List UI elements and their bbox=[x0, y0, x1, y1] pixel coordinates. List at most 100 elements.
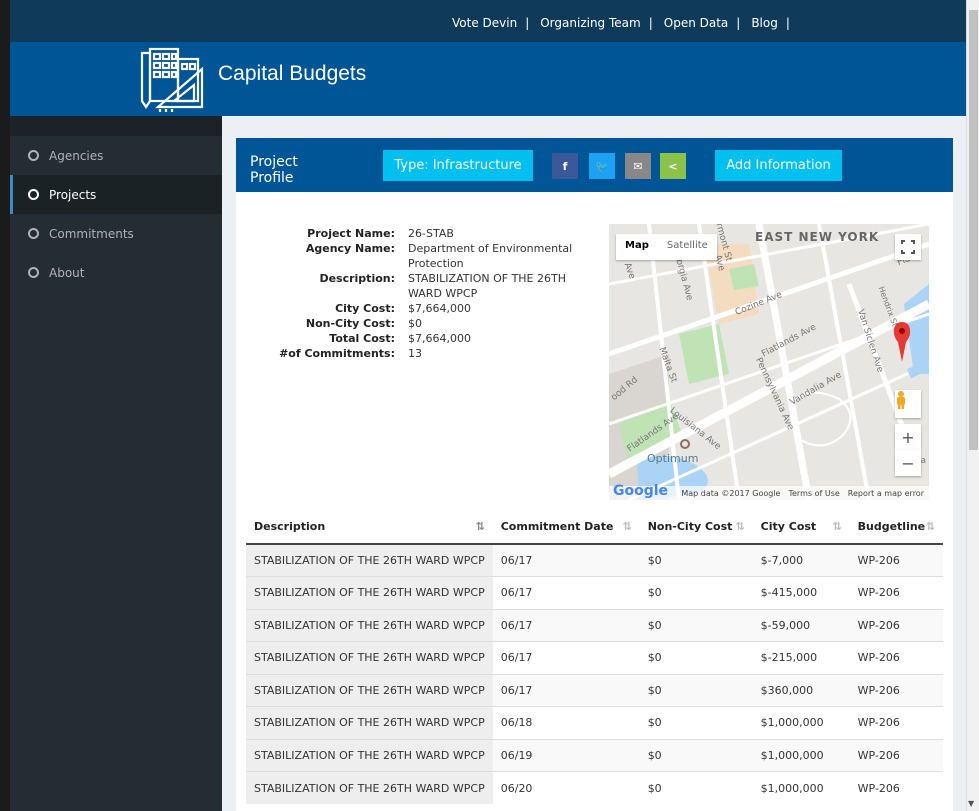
cell-description: STABILIZATION OF THE 26TH WARD WPCP bbox=[246, 738, 493, 772]
scrollbar-thumb[interactable] bbox=[969, 10, 978, 450]
zoom-out-button[interactable]: − bbox=[895, 450, 921, 476]
sidebar-item-agencies[interactable]: Agencies bbox=[10, 136, 222, 175]
type-infrastructure-button[interactable]: Type: Infrastructure bbox=[383, 150, 533, 181]
twitter-icon[interactable]: 🐦 bbox=[589, 153, 615, 179]
cell-date: 06/17 bbox=[492, 576, 640, 609]
sidebar: Agencies Projects Commitments About bbox=[10, 116, 222, 811]
sidebar-item-projects[interactable]: Projects bbox=[10, 175, 222, 214]
building-plan-logo-icon[interactable] bbox=[132, 45, 212, 113]
column-header-city-cost[interactable]: City Cost ⇅ bbox=[752, 510, 850, 545]
table-row[interactable]: STABILIZATION OF THE 26TH WARD WPCP 06/17… bbox=[246, 608, 943, 642]
table-row[interactable]: STABILIZATION OF THE 26TH WARD WPCP 06/18… bbox=[246, 706, 943, 739]
top-nav-item-open-data[interactable]: Open Data | bbox=[664, 16, 752, 30]
cell-description: STABILIZATION OF THE 26TH WARD WPCP bbox=[246, 706, 493, 739]
detail-label: Agency Name: bbox=[305, 242, 395, 255]
table-row[interactable]: STABILIZATION OF THE 26TH WARD WPCP 06/19… bbox=[246, 738, 943, 772]
column-header-description[interactable]: Description ⇅ bbox=[246, 510, 493, 545]
nav-separator: | bbox=[736, 16, 741, 30]
table-row[interactable]: STABILIZATION OF THE 26TH WARD WPCP 06/20… bbox=[246, 771, 943, 804]
satellite-view-button[interactable]: Satellite bbox=[658, 234, 717, 260]
cell-date: 06/17 bbox=[492, 641, 640, 674]
detail-label: Description: bbox=[319, 272, 395, 285]
map-area-label: EAST NEW YORK bbox=[755, 230, 880, 244]
street-view-pegman-icon[interactable] bbox=[895, 390, 921, 418]
column-label: Budgetline bbox=[857, 520, 926, 533]
sort-icon[interactable]: ⇅ bbox=[832, 520, 841, 533]
cell-description: STABILIZATION OF THE 26TH WARD WPCP bbox=[246, 641, 493, 674]
scroll-down-arrow-icon[interactable]: ▼ bbox=[968, 799, 974, 808]
sidebar-item-label: About bbox=[49, 265, 85, 280]
table-row[interactable]: STABILIZATION OF THE 26TH WARD WPCP 06/17… bbox=[246, 576, 943, 609]
circle-icon bbox=[28, 189, 39, 200]
fullscreen-icon[interactable] bbox=[895, 234, 921, 260]
map-view-button[interactable]: Map bbox=[616, 234, 658, 260]
detail-row: Total Cost: $7,664,000 bbox=[268, 331, 588, 346]
top-nav-link[interactable]: Open Data bbox=[664, 16, 729, 30]
map-type-toggle: Map Satellite bbox=[616, 234, 717, 260]
cell-budgetline: WP-206 bbox=[849, 608, 943, 642]
top-nav-item-organizing-team[interactable]: Organizing Team | bbox=[540, 16, 664, 30]
detail-value: 26-STAB bbox=[408, 227, 454, 240]
map-data-credit: Map data ©2017 Google bbox=[681, 488, 781, 498]
cell-budgetline: WP-206 bbox=[849, 576, 943, 609]
detail-row: #of Commitments: 13 bbox=[268, 346, 588, 361]
report-map-error-link[interactable]: Report a map error bbox=[848, 489, 924, 498]
sidebar-item-commitments[interactable]: Commitments bbox=[10, 214, 222, 253]
sidebar-item-label: Agencies bbox=[49, 148, 104, 163]
cell-budgetline: WP-206 bbox=[849, 706, 943, 739]
project-profile-box: Project Profile Type: Infrastructure f 🐦… bbox=[236, 138, 953, 811]
cell-city-cost: $1,000,000 bbox=[752, 738, 850, 772]
cell-date: 06/17 bbox=[492, 673, 640, 707]
project-details: Project Name: 26-STAB Agency Name: Departm… bbox=[268, 226, 588, 361]
cell-date: 06/17 bbox=[492, 608, 640, 642]
cell-city-cost: $1,000,000 bbox=[752, 771, 850, 804]
cell-non-city-cost: $0 bbox=[639, 608, 753, 642]
table-row[interactable]: STABILIZATION OF THE 26TH WARD WPCP 06/17… bbox=[246, 673, 943, 707]
google-logo[interactable]: Google bbox=[613, 483, 668, 499]
detail-label: Project Name: bbox=[307, 227, 395, 240]
terms-of-use-link[interactable]: Terms of Use bbox=[788, 489, 839, 498]
top-nav-item-blog[interactable]: Blog | bbox=[751, 16, 801, 30]
cell-date: 06/17 bbox=[492, 543, 640, 577]
sidebar-item-about[interactable]: About bbox=[10, 253, 222, 292]
column-label: Commitment Date bbox=[500, 520, 614, 533]
share-icon[interactable]: < bbox=[660, 153, 686, 179]
cell-non-city-cost: $0 bbox=[639, 738, 753, 772]
cell-description: STABILIZATION OF THE 26TH WARD WPCP bbox=[246, 608, 493, 642]
top-nav-link[interactable]: Vote Devin bbox=[452, 16, 517, 30]
facebook-icon[interactable]: f bbox=[552, 153, 578, 179]
top-nav-link[interactable]: Organizing Team bbox=[540, 16, 640, 30]
top-nav-item-vote-devin[interactable]: Vote Devin | bbox=[452, 16, 540, 30]
zoom-in-button[interactable]: + bbox=[895, 424, 921, 450]
add-information-button[interactable]: Add Information bbox=[715, 150, 842, 181]
email-icon[interactable]: ✉ bbox=[625, 153, 651, 179]
cell-budgetline: WP-206 bbox=[849, 673, 943, 707]
detail-label: City Cost: bbox=[335, 302, 395, 315]
project-map[interactable]: EAST NEW YORK Optimum Vermont St Georgia… bbox=[609, 224, 929, 500]
sort-icon[interactable]: ⇅ bbox=[622, 520, 631, 533]
sort-icon[interactable]: ⇅ bbox=[926, 520, 935, 533]
cell-non-city-cost: $0 bbox=[639, 543, 753, 577]
commitments-table: Description ⇅ Commitment Date ⇅ Non-City C… bbox=[246, 510, 943, 804]
cell-city-cost: $-415,000 bbox=[752, 576, 850, 609]
page-scrollbar[interactable]: ▼ bbox=[966, 0, 979, 811]
column-label: City Cost bbox=[760, 520, 817, 533]
cell-city-cost: $-215,000 bbox=[752, 641, 850, 674]
table-header-row: Description ⇅ Commitment Date ⇅ Non-City C… bbox=[246, 510, 943, 545]
column-header-commitment-date[interactable]: Commitment Date ⇅ bbox=[492, 510, 640, 545]
table-row[interactable]: STABILIZATION OF THE 26TH WARD WPCP 06/17… bbox=[246, 543, 943, 577]
cell-city-cost: $-7,000 bbox=[752, 543, 850, 577]
cell-non-city-cost: $0 bbox=[639, 706, 753, 739]
column-header-non-city-cost[interactable]: Non-City Cost ⇅ bbox=[639, 510, 753, 545]
table-row[interactable]: STABILIZATION OF THE 26TH WARD WPCP 06/17… bbox=[246, 641, 943, 674]
column-header-budgetline[interactable]: Budgetline ⇅ bbox=[849, 510, 943, 545]
sort-icon[interactable]: ⇅ bbox=[476, 520, 485, 533]
sort-icon[interactable]: ⇅ bbox=[735, 520, 744, 533]
sidebar-top-band bbox=[10, 116, 222, 136]
nav-separator: | bbox=[525, 16, 530, 30]
nav-separator: | bbox=[648, 16, 653, 30]
top-nav-link[interactable]: Blog bbox=[751, 16, 778, 30]
detail-value: Department of Environmental Protection bbox=[408, 242, 573, 270]
cell-description: STABILIZATION OF THE 26TH WARD WPCP bbox=[246, 543, 493, 577]
cell-date: 06/20 bbox=[492, 771, 640, 804]
